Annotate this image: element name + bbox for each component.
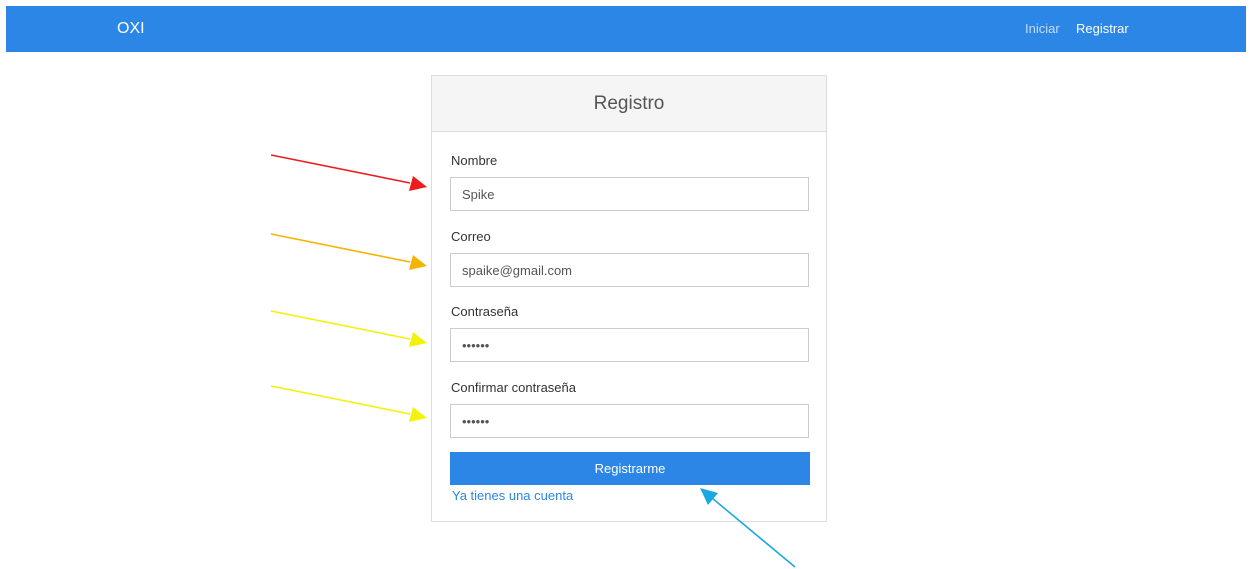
top-navbar: OXI Iniciar Registrar: [6, 6, 1246, 52]
email-label: Correo: [451, 229, 491, 244]
registration-card: Registro Nombre Correo Contraseña Confir…: [431, 75, 827, 522]
brand-logo[interactable]: OXI: [117, 19, 145, 39]
name-label: Nombre: [451, 153, 498, 168]
confirm-password-label: Confirmar contraseña: [451, 380, 576, 395]
arrow-orange: [270, 233, 427, 270]
password-label: Contraseña: [451, 304, 519, 319]
arrow-red: [270, 154, 427, 191]
page: OXI Iniciar Registrar Registro Nombre Co…: [0, 0, 1252, 569]
arrow-yellow-2: [270, 385, 427, 422]
nav-link-iniciar[interactable]: Iniciar: [1025, 21, 1060, 37]
name-input[interactable]: [450, 177, 809, 211]
register-button[interactable]: Registrarme: [450, 452, 810, 485]
confirm-password-input[interactable]: [450, 404, 809, 438]
card-title: Registro: [432, 76, 826, 132]
nav-link-registrar[interactable]: Registrar: [1076, 21, 1129, 37]
login-link[interactable]: Ya tienes una cuenta: [452, 488, 573, 504]
password-input[interactable]: [450, 328, 809, 362]
arrow-yellow-1: [270, 310, 427, 347]
email-input[interactable]: [450, 253, 809, 287]
